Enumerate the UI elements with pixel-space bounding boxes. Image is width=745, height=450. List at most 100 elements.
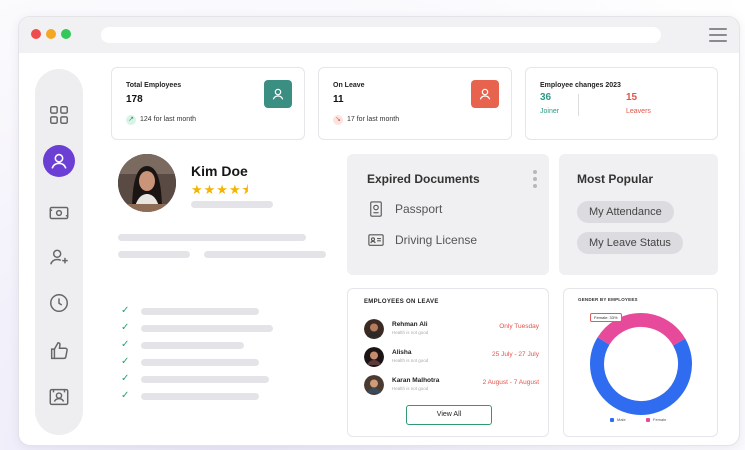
sidebar <box>35 69 83 435</box>
legend-swatch <box>610 417 614 422</box>
employee-changes-label: Employee changes 2023 <box>540 82 621 89</box>
avatar <box>364 319 384 339</box>
leave-reason: Health is not good <box>392 330 429 335</box>
sidebar-item-dashboard[interactable] <box>43 99 75 131</box>
legend-item-male: Male <box>610 417 626 422</box>
document-label: Passport <box>395 202 443 216</box>
joiner-label: Joiner <box>540 108 560 115</box>
sidebar-item-directory[interactable] <box>43 381 75 413</box>
passport-icon <box>370 201 382 217</box>
browser-window: Total Employees 178 ↗ 124 for last month… <box>18 16 740 446</box>
list-item[interactable]: Karan Malhotra Health is not good 2 Augu… <box>364 375 539 397</box>
document-item-passport[interactable]: Passport <box>367 200 442 218</box>
title-bar <box>19 17 739 53</box>
address-bar[interactable] <box>101 27 661 43</box>
check-icon: ✓ <box>121 390 130 401</box>
on-leave-label: On Leave <box>333 82 365 89</box>
most-popular-card: Most Popular My Attendance My Leave Stat… <box>559 154 718 275</box>
thumbs-up-icon <box>50 342 68 360</box>
profile-avatar <box>118 154 176 212</box>
total-employees-note: 124 for last month <box>140 116 197 123</box>
on-leave-card: On Leave 11 ↘ 17 for last month <box>318 67 512 140</box>
employees-icon-box <box>264 80 292 108</box>
trend-up-icon: ↗ <box>126 115 136 125</box>
more-options-icon[interactable] <box>533 170 537 191</box>
clock-icon <box>50 294 68 312</box>
sidebar-item-attendance[interactable] <box>43 287 75 319</box>
avatar <box>364 347 384 367</box>
trend-down-icon: ↘ <box>333 115 343 125</box>
profile-name: Kim Doe <box>191 163 248 179</box>
expired-documents-title: Expired Documents <box>367 172 480 186</box>
leave-date: 2 August - 7 August <box>482 379 539 386</box>
rating-stars-icon: ★★★★⯨ <box>191 182 250 197</box>
divider <box>578 94 579 116</box>
total-employees-card: Total Employees 178 ↗ 124 for last month <box>111 67 305 140</box>
list-item[interactable]: Alisha Health is not good 25 July - 27 J… <box>364 347 539 369</box>
on-leave-value: 11 <box>333 94 344 105</box>
sidebar-item-feedback[interactable] <box>43 335 75 367</box>
total-employees-label: Total Employees <box>126 82 182 89</box>
profile-photo-image <box>118 154 176 212</box>
add-user-icon <box>50 249 68 265</box>
employee-name: Karan Malhotra <box>392 377 440 384</box>
checklist-bar <box>141 308 259 315</box>
checklist-bar <box>141 325 273 332</box>
gender-chart-title: GENDER BY EMPLOYEES <box>578 297 638 302</box>
gender-donut-chart <box>590 313 692 415</box>
gender-by-employees-card: GENDER BY EMPLOYEES Female: 33% Male Fem… <box>563 288 718 437</box>
menu-icon[interactable] <box>709 28 727 42</box>
placeholder-bar <box>118 234 306 241</box>
maximize-window-button[interactable] <box>61 29 71 39</box>
grid-icon <box>50 106 68 124</box>
sidebar-item-profile[interactable] <box>43 145 75 177</box>
check-icon: ✓ <box>121 322 130 333</box>
checklist-bar <box>141 342 244 349</box>
close-window-button[interactable] <box>31 29 41 39</box>
view-all-button[interactable]: View All <box>406 405 492 425</box>
cash-icon <box>49 206 69 220</box>
employees-on-leave-title: EMPLOYEES ON LEAVE <box>364 299 439 305</box>
popular-item-my-attendance[interactable]: My Attendance <box>577 201 674 223</box>
checklist-bar <box>141 376 269 383</box>
placeholder-bar <box>191 201 273 208</box>
minimize-window-button[interactable] <box>46 29 56 39</box>
sidebar-item-add-employee[interactable] <box>43 241 75 273</box>
license-card-icon <box>368 234 384 246</box>
leave-icon-box <box>471 80 499 108</box>
leavers-value: 15 <box>626 92 638 103</box>
leave-reason: Health is not good <box>392 386 429 391</box>
most-popular-title: Most Popular <box>577 172 654 186</box>
leave-reason: Health is not good <box>392 358 429 363</box>
placeholder-bar <box>204 251 326 258</box>
legend-item-female: Female <box>646 417 666 422</box>
document-item-driving-license[interactable]: Driving License <box>367 231 477 249</box>
check-icon: ✓ <box>121 339 130 350</box>
employee-name: Alisha <box>392 349 412 356</box>
leave-date: 25 July - 27 July <box>492 351 539 358</box>
user-icon <box>51 153 67 169</box>
employee-name: Rehman Ali <box>392 321 428 328</box>
sidebar-item-payroll[interactable] <box>43 197 75 229</box>
document-label: Driving License <box>395 233 478 247</box>
employees-on-leave-card: EMPLOYEES ON LEAVE Rehman Ali Health is … <box>347 288 549 437</box>
leavers-label: Leavers <box>626 108 651 115</box>
avatar <box>364 375 384 395</box>
expired-documents-card: Expired Documents Passport Driving Licen… <box>347 154 549 275</box>
check-icon: ✓ <box>121 356 130 367</box>
user-icon <box>479 88 491 100</box>
joiner-value: 36 <box>540 92 552 103</box>
list-item[interactable]: Rehman Ali Health is not good Only Tuesd… <box>364 319 539 341</box>
legend-label: Female <box>653 417 667 422</box>
popular-item-my-leave-status[interactable]: My Leave Status <box>577 232 683 254</box>
check-icon: ✓ <box>121 305 130 316</box>
legend-swatch <box>646 417 650 422</box>
total-employees-value: 178 <box>126 94 143 105</box>
legend-label: Male <box>617 417 626 422</box>
user-icon <box>272 88 284 100</box>
employee-changes-card: Employee changes 2023 36 Joiner 15 Leave… <box>525 67 718 140</box>
on-leave-note: 17 for last month <box>347 116 400 123</box>
id-card-icon <box>49 388 69 406</box>
placeholder-bar <box>118 251 190 258</box>
leave-date: Only Tuesday <box>499 323 539 330</box>
